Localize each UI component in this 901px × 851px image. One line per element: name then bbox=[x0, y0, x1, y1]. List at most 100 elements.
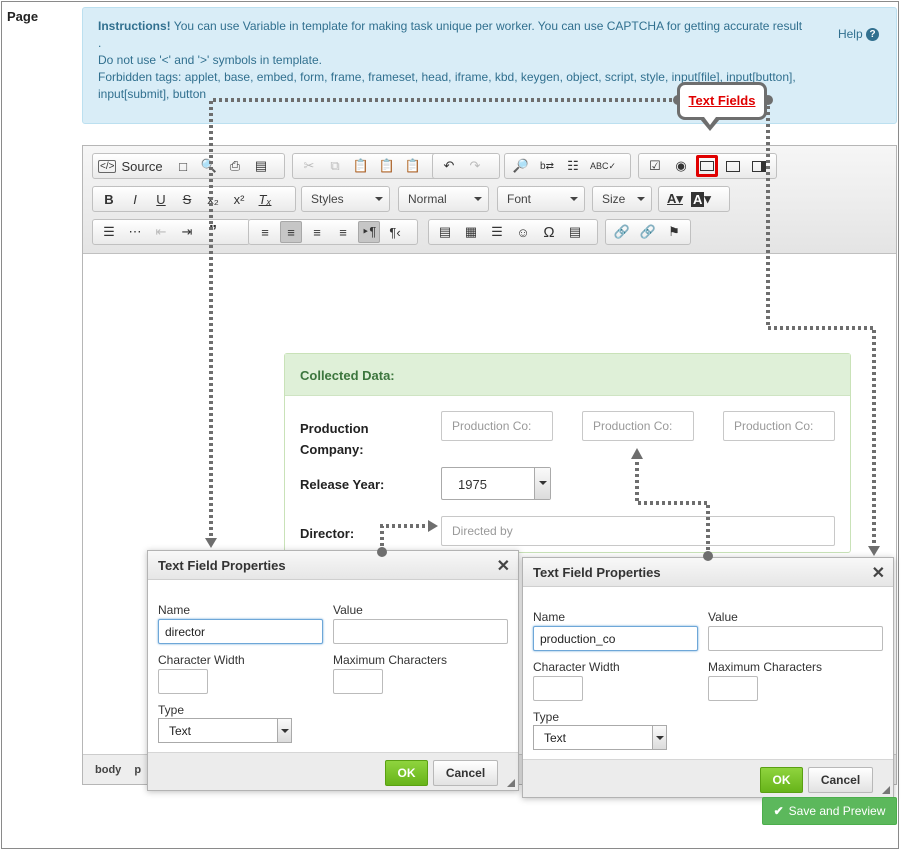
bulleted-list-icon[interactable]: ⋯ bbox=[124, 221, 146, 243]
size-dropdown[interactable]: Size bbox=[592, 186, 652, 212]
align-left-icon[interactable]: ≡ bbox=[254, 221, 276, 243]
cut-icon[interactable]: ✂ bbox=[298, 155, 320, 177]
max-characters-label: Maximum Characters bbox=[708, 660, 823, 674]
ltr-icon[interactable]: ‣¶ bbox=[358, 221, 380, 243]
dialog-title-text: Text Field Properties bbox=[158, 558, 286, 573]
page-break-icon[interactable]: ▤ bbox=[564, 221, 586, 243]
name-label: Name bbox=[533, 610, 566, 624]
strike-icon[interactable]: S bbox=[176, 188, 198, 210]
type-select[interactable]: Text bbox=[533, 725, 667, 750]
close-icon[interactable]: ✕ bbox=[872, 563, 885, 583]
remove-format-icon[interactable]: Tₓ bbox=[254, 188, 276, 210]
paste-word-icon[interactable]: 📋 bbox=[402, 155, 424, 177]
indent-icon[interactable]: ⇥ bbox=[176, 221, 198, 243]
unlink-icon[interactable]: 🔗 bbox=[637, 221, 659, 243]
format-dropdown[interactable]: Normal bbox=[398, 186, 489, 212]
help-link[interactable]: Help ? bbox=[838, 26, 879, 43]
text-color-icon[interactable]: A▾ bbox=[664, 188, 686, 210]
help-icon[interactable]: ? bbox=[866, 28, 879, 42]
table-icon[interactable]: ▦ bbox=[460, 221, 482, 243]
toolbar-group-colors: A▾ A ▾ bbox=[658, 186, 730, 212]
spellcheck-icon[interactable]: ABC✓ bbox=[588, 155, 618, 177]
value-input[interactable] bbox=[708, 626, 883, 651]
chevron-down-icon[interactable] bbox=[277, 719, 291, 742]
status-path-p[interactable]: p bbox=[134, 764, 141, 776]
chevron-down-icon[interactable] bbox=[652, 726, 666, 749]
resize-grip-icon[interactable] bbox=[882, 786, 890, 794]
ok-button[interactable]: OK bbox=[760, 767, 803, 793]
textarea-icon[interactable] bbox=[722, 155, 744, 177]
redo-icon[interactable]: ↷ bbox=[464, 155, 486, 177]
image-icon[interactable]: ▤ bbox=[434, 221, 456, 243]
dialog-title[interactable]: Text Field Properties ✕ bbox=[523, 558, 893, 587]
chevron-down-icon[interactable] bbox=[534, 468, 550, 499]
chevron-down-icon bbox=[637, 197, 645, 201]
copy-icon[interactable]: ⧉ bbox=[324, 155, 346, 177]
special-char-icon[interactable]: Ω bbox=[538, 221, 560, 243]
dialog-title[interactable]: Text Field Properties ✕ bbox=[148, 551, 518, 580]
superscript-icon[interactable]: x² bbox=[228, 188, 250, 210]
select-field-icon[interactable] bbox=[748, 155, 770, 177]
close-icon[interactable]: ✕ bbox=[497, 556, 510, 576]
cancel-button[interactable]: Cancel bbox=[808, 767, 873, 793]
justify-icon[interactable]: ≡ bbox=[332, 221, 354, 243]
align-center-icon[interactable]: ≡ bbox=[280, 221, 302, 243]
horizontal-rule-icon[interactable]: ☰ bbox=[486, 221, 508, 243]
production-co-input-3[interactable]: Production Co: bbox=[723, 411, 835, 441]
director-input[interactable]: Directed by bbox=[441, 516, 835, 546]
name-input[interactable]: production_co bbox=[533, 626, 698, 651]
paste-icon[interactable]: 📋 bbox=[350, 155, 372, 177]
release-year-select[interactable]: 1975 bbox=[441, 467, 551, 500]
radio-icon[interactable]: ◉ bbox=[670, 155, 692, 177]
resize-grip-icon[interactable] bbox=[507, 779, 515, 787]
select-all-icon[interactable]: ☷ bbox=[562, 155, 584, 177]
print-icon[interactable]: ⎙ bbox=[224, 155, 246, 177]
bg-color-icon[interactable]: A ▾ bbox=[690, 188, 712, 210]
dialog-footer: OK Cancel bbox=[148, 752, 518, 790]
source-button[interactable]: </> Source bbox=[98, 155, 168, 177]
type-select[interactable]: Text bbox=[158, 718, 292, 743]
templates-icon[interactable]: ▤ bbox=[250, 155, 272, 177]
link-icon[interactable]: 🔗 bbox=[611, 221, 633, 243]
rtl-icon[interactable]: ¶‹ bbox=[384, 221, 406, 243]
bold-icon[interactable]: B bbox=[98, 188, 120, 210]
max-characters-label: Maximum Characters bbox=[333, 653, 448, 667]
italic-icon[interactable]: I bbox=[124, 188, 146, 210]
preview-icon[interactable]: 🔍 bbox=[198, 155, 220, 177]
font-dropdown[interactable]: Font bbox=[497, 186, 585, 212]
production-co-input-2[interactable]: Production Co: bbox=[582, 411, 694, 441]
replace-icon[interactable]: b⇄ bbox=[536, 155, 558, 177]
blockquote-icon[interactable]: ” bbox=[202, 221, 224, 243]
value-input[interactable] bbox=[333, 619, 508, 644]
new-page-icon[interactable]: □ bbox=[172, 155, 194, 177]
styles-dropdown[interactable]: Styles bbox=[301, 186, 390, 212]
checkbox-icon[interactable]: ☑ bbox=[644, 155, 666, 177]
align-right-icon[interactable]: ≡ bbox=[306, 221, 328, 243]
cancel-button[interactable]: Cancel bbox=[433, 760, 498, 786]
status-path-body[interactable]: body bbox=[95, 764, 121, 776]
toolbar-group-document: </> Source □ 🔍 ⎙ ▤ bbox=[92, 153, 285, 179]
underline-icon[interactable]: U bbox=[150, 188, 172, 210]
smiley-icon[interactable]: ☺ bbox=[512, 221, 534, 243]
text-field-properties-dialog-production: Text Field Properties ✕ Name production_… bbox=[522, 557, 894, 798]
character-width-input[interactable] bbox=[158, 669, 208, 694]
find-icon[interactable]: 🔎 bbox=[510, 155, 532, 177]
max-characters-input[interactable] bbox=[708, 676, 758, 701]
chevron-down-icon bbox=[570, 197, 578, 201]
paste-text-icon[interactable]: 📋 bbox=[376, 155, 398, 177]
character-width-input[interactable] bbox=[533, 676, 583, 701]
instructions-line2: . bbox=[98, 36, 102, 50]
text-field-icon[interactable] bbox=[696, 155, 718, 177]
anchor-flag-icon[interactable]: ⚑ bbox=[663, 221, 685, 243]
max-characters-input[interactable] bbox=[333, 669, 383, 694]
outdent-icon[interactable]: ⇤ bbox=[150, 221, 172, 243]
undo-icon[interactable]: ↶ bbox=[438, 155, 460, 177]
production-co-input-1[interactable]: Production Co: bbox=[441, 411, 553, 441]
ok-button[interactable]: OK bbox=[385, 760, 428, 786]
numbered-list-icon[interactable]: ☰ bbox=[98, 221, 120, 243]
subscript-icon[interactable]: x₂ bbox=[202, 188, 224, 210]
instructions-line1: You can use Variable in template for mak… bbox=[170, 19, 803, 33]
save-and-preview-button[interactable]: ✔ Save and Preview bbox=[762, 797, 897, 825]
help-label[interactable]: Help bbox=[838, 27, 863, 41]
name-input[interactable]: director bbox=[158, 619, 323, 644]
